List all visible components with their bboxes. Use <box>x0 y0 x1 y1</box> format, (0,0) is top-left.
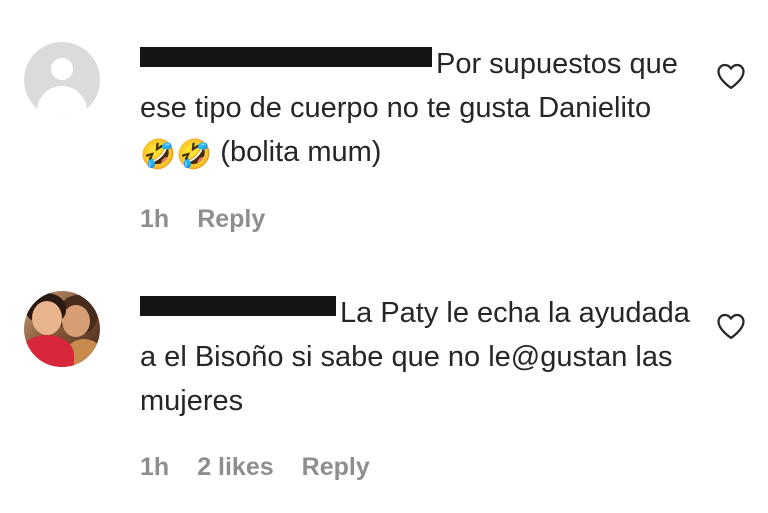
default-avatar[interactable] <box>24 42 100 118</box>
heart-outline-icon[interactable] <box>716 62 746 90</box>
timestamp: 1h <box>140 453 170 481</box>
avatar-body-shape <box>37 86 87 118</box>
photo-avatar[interactable] <box>24 291 100 367</box>
comment-meta: 1h Reply <box>140 204 293 234</box>
avatar-face-shape <box>32 301 62 335</box>
comment-body: beatrizramirez481 Por supuestos que ese t… <box>140 42 700 177</box>
reply-button[interactable]: Reply <box>197 205 265 233</box>
avatar-shirt-shape <box>24 335 74 367</box>
heart-outline-icon[interactable] <box>716 312 746 340</box>
timestamp: 1h <box>140 205 170 233</box>
avatar-head-shape <box>51 58 73 80</box>
likes-count[interactable]: 2 likes <box>197 453 273 481</box>
username-redacted[interactable]: beatrizramirez481 <box>140 47 432 67</box>
comment-text-after: (bolita mum) <box>220 136 382 168</box>
username-redacted[interactable]: a0i0o7k007 <box>140 296 336 316</box>
reply-button[interactable]: Reply <box>302 453 370 481</box>
avatar-face-shape <box>62 305 90 337</box>
rofl-emoji: 🤣🤣 <box>140 139 213 171</box>
comment-meta: 1h 2 likes Reply <box>140 452 398 482</box>
comment-body: a0i0o7k007 La Paty le echa la ayudada a e… <box>140 291 700 423</box>
